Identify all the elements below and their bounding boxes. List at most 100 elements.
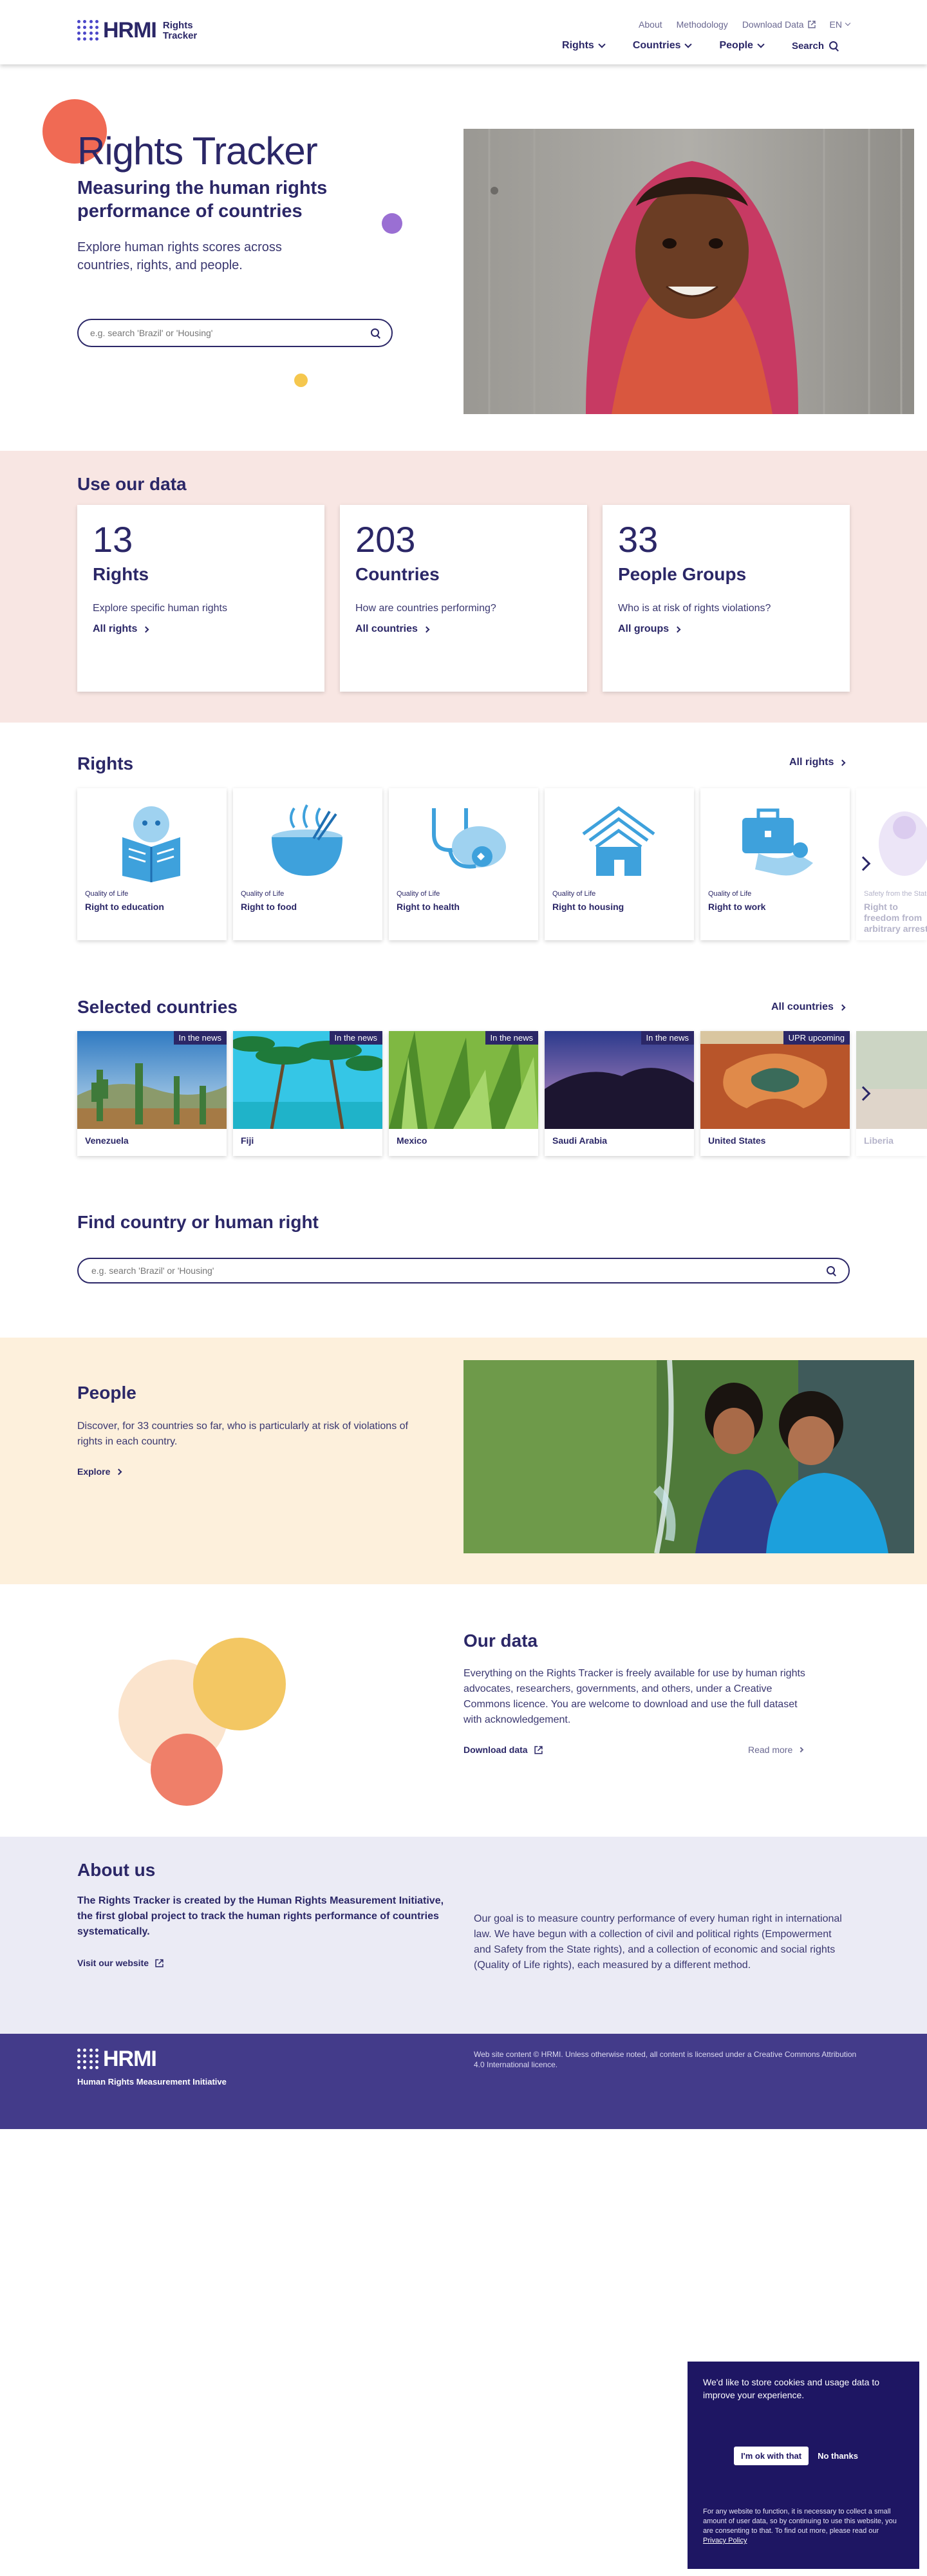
external-link-icon <box>534 1745 543 1754</box>
country-photo <box>856 1031 927 1129</box>
housing-icon <box>582 806 655 876</box>
country-tag: In the news <box>641 1031 694 1045</box>
methodology-link[interactable]: Methodology <box>677 19 728 30</box>
right-name: Right to food <box>241 902 297 912</box>
read-more-link[interactable]: Read more <box>748 1745 804 1755</box>
country-name: Fiji <box>241 1135 254 1146</box>
countries-carousel-next-button[interactable] <box>854 1084 873 1103</box>
right-card-food[interactable]: Quality of Life Right to food <box>233 788 382 940</box>
cookie-fine-print: For any website to function, it is neces… <box>703 2507 904 2546</box>
all-countries-label: All countries <box>355 623 418 634</box>
stat-question: Explore specific human rights <box>93 603 227 614</box>
nav-search[interactable]: Search <box>792 40 838 52</box>
external-link-icon <box>807 21 816 28</box>
page-title: Rights Tracker <box>77 129 318 173</box>
search-icon[interactable] <box>827 1266 836 1275</box>
stat-question: Who is at risk of rights violations? <box>618 603 771 614</box>
all-countries-header-link[interactable]: All countries <box>771 1001 846 1013</box>
all-rights-header-link[interactable]: All rights <box>789 757 846 768</box>
right-card-housing[interactable]: Quality of Life Right to housing <box>545 788 694 940</box>
stat-question: How are countries performing? <box>355 603 496 614</box>
hero-photo-girl <box>464 129 914 414</box>
chevron-right-icon <box>856 856 871 871</box>
cookie-fine-print-text: For any website to function, it is neces… <box>703 2508 897 2535</box>
cookie-decline-button[interactable]: No thanks <box>818 2451 858 2461</box>
country-card-fiji[interactable]: In the news Fiji <box>233 1031 382 1156</box>
language-select[interactable]: EN <box>830 19 851 30</box>
about-intro: The Rights Tracker is created by the Hum… <box>77 1895 444 1937</box>
chevron-right-icon <box>115 1468 122 1475</box>
cookie-actions: I'm ok with that No thanks <box>734 2447 858 2465</box>
people-explore-link[interactable]: Explore <box>77 1466 122 1477</box>
chevron-down-icon <box>684 41 693 48</box>
about-link[interactable]: About <box>639 19 662 30</box>
chevron-right-icon <box>142 626 149 632</box>
people-description: Discover, for 33 countries so far, who i… <box>77 1421 408 1447</box>
footer-logo[interactable]: HRMI <box>77 2047 157 2072</box>
privacy-policy-link[interactable]: Privacy Policy <box>703 2537 747 2544</box>
right-card-education[interactable]: Quality of Life Right to education <box>77 788 227 940</box>
chevron-right-icon <box>798 1747 804 1753</box>
nav-countries[interactable]: Countries <box>633 40 693 52</box>
all-rights-header-label: All rights <box>789 757 834 768</box>
decorative-purple-circle <box>382 213 402 234</box>
education-icon <box>122 806 180 882</box>
right-category: Safety from the State <box>864 890 927 898</box>
logo-dots-icon <box>77 2048 99 2070</box>
our-data-description: Everything on the Rights Tracker is free… <box>464 1668 805 1725</box>
country-tag: In the news <box>485 1031 538 1045</box>
site-header: HRMI Rights Tracker About Methodology Do… <box>0 0 927 64</box>
people-title: People <box>77 1383 136 1403</box>
country-card-venezuela[interactable]: In the news Venezuela <box>77 1031 227 1156</box>
our-data-title: Our data <box>464 1631 538 1651</box>
stat-number: 13 <box>93 519 133 560</box>
right-category: Quality of Life <box>397 890 440 898</box>
work-icon <box>742 808 813 876</box>
right-category: Quality of Life <box>552 890 596 898</box>
country-photo <box>545 1031 694 1129</box>
about-goal: Our goal is to measure country performan… <box>474 1913 842 1971</box>
all-countries-link[interactable]: All countries <box>355 623 572 635</box>
hrmi-logo[interactable]: HRMI Rights Tracker <box>77 18 197 43</box>
chevron-down-icon <box>598 41 606 48</box>
logo-sub-line-2: Tracker <box>162 30 198 41</box>
right-card-work[interactable]: Quality of Life Right to work <box>700 788 850 940</box>
country-name: Saudi Arabia <box>552 1135 608 1146</box>
country-name: United States <box>708 1135 766 1146</box>
all-rights-link[interactable]: All rights <box>93 623 309 635</box>
hero-subtitle: Measuring the human rights performance o… <box>77 178 328 222</box>
logo-sub-line-1: Rights <box>162 19 193 31</box>
download-data-link[interactable]: Download Data <box>742 19 816 30</box>
stat-number: 33 <box>618 519 659 560</box>
find-search-input[interactable] <box>91 1265 762 1276</box>
right-category: Quality of Life <box>85 890 129 898</box>
visit-website-label: Visit our website <box>77 1958 149 1968</box>
country-card-saudi-arabia[interactable]: In the news Saudi Arabia <box>545 1031 694 1156</box>
stat-name: Rights <box>93 564 149 584</box>
decorative-red-circle <box>151 1734 223 1806</box>
health-icon <box>432 808 506 869</box>
country-tag: In the news <box>329 1031 382 1045</box>
nav-people-label: People <box>719 40 753 51</box>
country-card-united-states[interactable]: UPR upcoming United States <box>700 1031 850 1156</box>
footer-license-note: Web site content © HRMI. Unless otherwis… <box>474 2050 857 2069</box>
utility-nav: About Methodology Download Data EN <box>639 19 851 30</box>
chevron-right-icon <box>839 1004 846 1010</box>
visit-website-link[interactable]: Visit our website <box>77 1958 164 1968</box>
nav-rights[interactable]: Rights <box>562 40 606 52</box>
right-card-health[interactable]: Quality of Life Right to health <box>389 788 538 940</box>
nav-people[interactable]: People <box>719 40 765 52</box>
country-photo <box>77 1031 227 1129</box>
search-icon[interactable] <box>371 328 380 337</box>
privacy-policy-label: Privacy Policy <box>703 2537 747 2544</box>
stat-name: Countries <box>355 564 440 584</box>
all-groups-link[interactable]: All groups <box>618 623 834 635</box>
rights-carousel-next-button[interactable] <box>854 854 873 873</box>
cookie-accept-button[interactable]: I'm ok with that <box>734 2447 809 2465</box>
country-card-mexico[interactable]: In the news Mexico <box>389 1031 538 1156</box>
hero-search-box <box>77 319 393 347</box>
country-name: Mexico <box>397 1135 427 1146</box>
download-data-button[interactable]: Download data <box>464 1745 543 1755</box>
chevron-right-icon <box>674 626 681 632</box>
hero-search-input[interactable] <box>90 328 351 338</box>
